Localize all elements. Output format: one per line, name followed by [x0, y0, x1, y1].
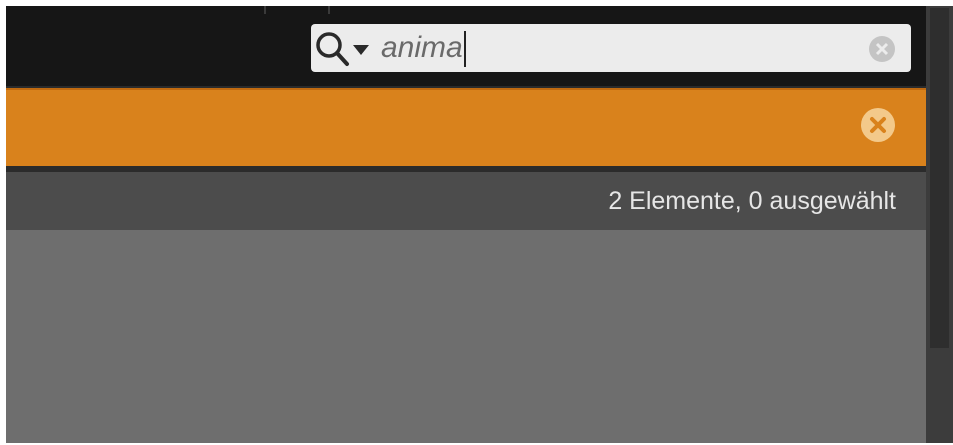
results-area[interactable]: [6, 230, 926, 443]
search-icon[interactable]: [313, 30, 353, 68]
app-window: anima 2 Elemente, 0 ausgewählt: [6, 6, 953, 443]
toolbar-divider: [264, 6, 266, 14]
scrollbar-thumb[interactable]: [930, 8, 949, 348]
item-count-label: 2 Elemente, 0 ausgewählt: [608, 187, 896, 215]
chevron-down-icon[interactable]: [353, 42, 369, 55]
status-bar: 2 Elemente, 0 ausgewählt: [6, 172, 926, 230]
filter-bar: [6, 88, 926, 166]
close-icon[interactable]: [859, 106, 897, 144]
search-input[interactable]: anima: [381, 28, 466, 68]
toolbar: anima: [6, 6, 926, 86]
text-cursor: [463, 31, 466, 68]
scrollbar[interactable]: [926, 6, 953, 443]
toolbar-divider: [328, 6, 330, 14]
search-box[interactable]: anima: [311, 24, 911, 72]
search-query: anima: [381, 31, 463, 64]
clear-search-icon[interactable]: [867, 34, 897, 64]
